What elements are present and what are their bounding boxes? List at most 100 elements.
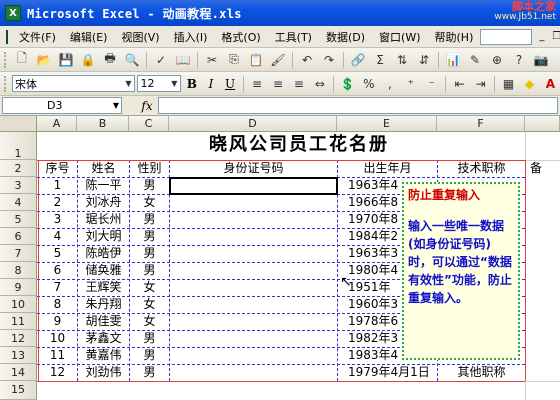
underline-button[interactable]: U bbox=[221, 75, 238, 93]
cell-name[interactable]: 王辉笑 bbox=[78, 279, 129, 296]
cell-no[interactable]: 3 bbox=[38, 211, 77, 228]
row-header-3[interactable]: 3 bbox=[0, 177, 37, 194]
font-name-select[interactable]: 宋体 ▼ bbox=[11, 75, 136, 92]
row-header-15[interactable]: 15 bbox=[0, 381, 37, 400]
excel-app-icon[interactable]: X bbox=[5, 5, 21, 21]
menu-tools[interactable]: 工具(T) bbox=[268, 29, 319, 45]
row-header-8[interactable]: 8 bbox=[0, 262, 37, 279]
row-header-11[interactable]: 11 bbox=[0, 313, 37, 330]
align-left-icon[interactable]: ≡ bbox=[248, 75, 267, 93]
cut-icon[interactable]: ✂ bbox=[202, 51, 222, 69]
header-title[interactable]: 技术职称 bbox=[438, 160, 525, 177]
header-birth[interactable]: 出生年月 bbox=[338, 160, 437, 177]
menu-file[interactable]: 文件(F) bbox=[12, 29, 63, 45]
cell-gender[interactable]: 男 bbox=[130, 262, 169, 279]
help-icon[interactable]: ? bbox=[509, 51, 529, 69]
cell-name[interactable]: 刘冰舟 bbox=[78, 194, 129, 211]
cell-gender[interactable]: 女 bbox=[130, 279, 169, 296]
borders-icon[interactable]: ▦ bbox=[499, 75, 518, 93]
row-header-6[interactable]: 6 bbox=[0, 228, 37, 245]
cell-no[interactable]: 2 bbox=[38, 194, 77, 211]
cell-no[interactable]: 1 bbox=[38, 177, 77, 194]
cell-name[interactable]: 胡佳雯 bbox=[78, 313, 129, 330]
name-box[interactable]: D3 ▼ bbox=[2, 97, 122, 114]
menu-window[interactable]: 窗口(W) bbox=[372, 29, 427, 45]
select-all-button[interactable] bbox=[0, 116, 37, 132]
cell-name[interactable]: 储奂雅 bbox=[78, 262, 129, 279]
align-right-icon[interactable]: ≡ bbox=[289, 75, 308, 93]
toolbar-grip[interactable] bbox=[4, 51, 7, 68]
print-preview-icon[interactable]: 🔍 bbox=[122, 51, 142, 69]
row-header-9[interactable]: 9 bbox=[0, 279, 37, 296]
help-search-input[interactable] bbox=[480, 28, 533, 45]
increase-decimal-icon[interactable]: ⁺ bbox=[401, 75, 420, 93]
row-header-12[interactable]: 12 bbox=[0, 330, 37, 347]
column-header-f[interactable]: F bbox=[437, 116, 525, 132]
cell-gender[interactable]: 女 bbox=[130, 296, 169, 313]
row-header-7[interactable]: 7 bbox=[0, 245, 37, 262]
cell-gender[interactable]: 男 bbox=[130, 228, 169, 245]
column-header-c[interactable]: C bbox=[129, 116, 169, 132]
chevron-down-icon[interactable]: ▼ bbox=[113, 101, 119, 110]
cell-no[interactable]: 6 bbox=[38, 262, 77, 279]
font-size-select[interactable]: 12 ▼ bbox=[137, 75, 182, 92]
header-extra[interactable]: 备 bbox=[530, 160, 560, 177]
cell-no[interactable]: 9 bbox=[38, 313, 77, 330]
menu-insert[interactable]: 插入(I) bbox=[167, 29, 215, 45]
cell-gender[interactable]: 男 bbox=[130, 211, 169, 228]
menu-help[interactable]: 帮助(H) bbox=[428, 29, 481, 45]
menu-format[interactable]: 格式(O) bbox=[214, 29, 267, 45]
column-header-e[interactable]: E bbox=[337, 116, 437, 132]
autosum-icon[interactable]: Σ bbox=[370, 51, 390, 69]
open-folder-icon[interactable]: 📂 bbox=[34, 51, 54, 69]
redo-icon[interactable]: ↷ bbox=[319, 51, 339, 69]
column-header-d[interactable]: D bbox=[169, 116, 337, 132]
research-icon[interactable]: 📖 bbox=[173, 51, 193, 69]
copy-icon[interactable]: ⎘ bbox=[224, 51, 244, 69]
minimize-icon[interactable]: _ bbox=[536, 31, 547, 42]
document-icon[interactable] bbox=[6, 29, 8, 44]
chart-wizard-icon[interactable]: 📊 bbox=[443, 51, 463, 69]
cell-name[interactable]: 朱丹翔 bbox=[78, 296, 129, 313]
new-file-icon[interactable]: 🗋 bbox=[12, 51, 32, 69]
increase-indent-icon[interactable]: ⇥ bbox=[471, 75, 490, 93]
font-color-icon[interactable]: A bbox=[541, 75, 560, 93]
cell-gender[interactable]: 女 bbox=[130, 194, 169, 211]
chevron-down-icon[interactable]: ▼ bbox=[122, 79, 134, 88]
formula-input[interactable] bbox=[158, 97, 558, 114]
decrease-indent-icon[interactable]: ⇤ bbox=[450, 75, 469, 93]
header-gender[interactable]: 性别 bbox=[130, 160, 169, 177]
sort-ascending-icon[interactable]: ⇅ bbox=[392, 51, 412, 69]
comma-icon[interactable]: , bbox=[380, 75, 399, 93]
cell-no[interactable]: 10 bbox=[38, 330, 77, 347]
spelling-icon[interactable]: ✓ bbox=[151, 51, 171, 69]
bold-button[interactable]: B bbox=[183, 75, 200, 93]
cell-no[interactable]: 8 bbox=[38, 296, 77, 313]
currency-icon[interactable]: 💲 bbox=[338, 75, 357, 93]
menu-data[interactable]: 数据(D) bbox=[319, 29, 372, 45]
paste-icon[interactable]: 📋 bbox=[246, 51, 266, 69]
column-header-b[interactable]: B bbox=[77, 116, 129, 132]
decrease-decimal-icon[interactable]: ⁻ bbox=[422, 75, 441, 93]
cell-no[interactable]: 11 bbox=[38, 347, 77, 364]
hyperlink-icon[interactable]: 🔗 bbox=[348, 51, 368, 69]
menu-view[interactable]: 视图(V) bbox=[114, 29, 166, 45]
restore-icon[interactable]: ❐ bbox=[551, 31, 560, 42]
cell-gender[interactable]: 男 bbox=[130, 177, 169, 194]
fill-color-icon[interactable]: ◆ bbox=[520, 75, 539, 93]
header-id[interactable]: 身份证号码 bbox=[170, 160, 337, 177]
format-painter-icon[interactable]: 🖌 bbox=[268, 51, 288, 69]
header-no[interactable]: 序号 bbox=[38, 160, 77, 177]
cell-name[interactable]: 琚长州 bbox=[78, 211, 129, 228]
cell-no[interactable]: 5 bbox=[38, 245, 77, 262]
cell-name[interactable]: 黄嘉伟 bbox=[78, 347, 129, 364]
save-icon[interactable]: 💾 bbox=[56, 51, 76, 69]
cell-name[interactable]: 茅鑫文 bbox=[78, 330, 129, 347]
sort-descending-icon[interactable]: ⇵ bbox=[414, 51, 434, 69]
zoom-icon[interactable]: ⊕ bbox=[487, 51, 507, 69]
cell-birth[interactable]: 1979年4月1日 bbox=[338, 364, 437, 381]
column-header-g[interactable] bbox=[525, 116, 560, 132]
cell-name[interactable]: 刘劲伟 bbox=[78, 364, 129, 381]
cell-title[interactable]: 其他职称 bbox=[438, 364, 525, 381]
camera-icon[interactable]: 📷 bbox=[531, 51, 551, 69]
